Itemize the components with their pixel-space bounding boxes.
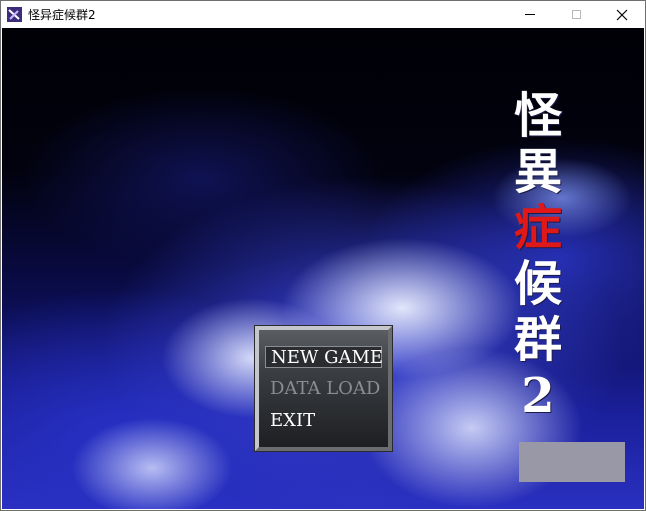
- window-title: 怪异症候群2: [28, 8, 96, 22]
- maximize-button[interactable]: [553, 1, 599, 28]
- overlay-box: [519, 442, 625, 482]
- game-title: 怪 異 症 候 群 2: [508, 88, 568, 424]
- minimize-icon: [525, 14, 535, 15]
- game-screen: 怪 異 症 候 群 2 NEW GAME DATA LOAD EXIT: [2, 28, 644, 509]
- app-icon: [7, 7, 22, 22]
- menu-item-new-game[interactable]: NEW GAME: [265, 346, 383, 368]
- title-char: 異: [513, 144, 562, 200]
- menu-item-data-load[interactable]: DATA LOAD: [265, 378, 382, 400]
- title-char: 群: [513, 312, 562, 368]
- title-char: 怪: [513, 88, 562, 144]
- title-char: 候: [513, 256, 562, 312]
- menu-item-exit[interactable]: EXIT: [265, 410, 382, 432]
- title-char-highlight: 症: [513, 200, 562, 256]
- close-icon: [616, 9, 628, 20]
- close-button[interactable]: [599, 1, 645, 28]
- app-window: 怪异症候群2 怪 異 症 候 群 2 NEW GAME DATA LOAD EX…: [0, 0, 646, 511]
- minimize-button[interactable]: [507, 1, 553, 28]
- title-bar[interactable]: 怪异症候群2: [1, 1, 645, 28]
- title-char: 2: [521, 368, 555, 424]
- maximize-icon: [571, 10, 581, 19]
- title-menu: NEW GAME DATA LOAD EXIT: [255, 326, 392, 451]
